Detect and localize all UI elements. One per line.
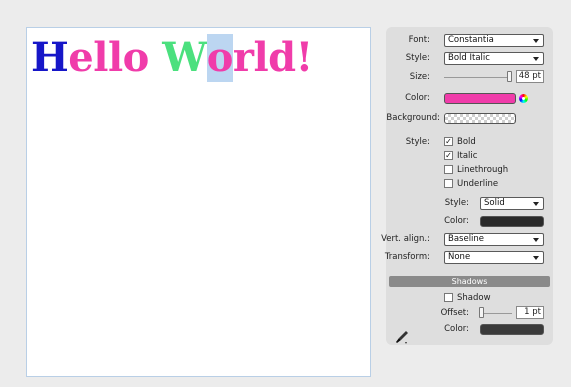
- shadows-section-header[interactable]: Shadows: [389, 276, 550, 287]
- font-dropdown-value: Constantia: [448, 35, 494, 45]
- transform-dropdown-value: None: [448, 252, 471, 262]
- line-color-swatch[interactable]: [480, 216, 544, 227]
- line-style-label: Style:: [444, 198, 469, 208]
- offset-slider-track[interactable]: [480, 313, 512, 314]
- linethrough-label: Linethrough: [457, 165, 509, 175]
- text-color-swatch[interactable]: [444, 93, 516, 104]
- document-char[interactable]: l: [108, 34, 123, 82]
- font-dropdown[interactable]: Constantia: [444, 34, 544, 47]
- transform-label: Transform:: [384, 252, 430, 262]
- document-text[interactable]: Hello World!: [31, 34, 313, 82]
- underline-label: Underline: [457, 179, 499, 189]
- background-row: Background:: [386, 111, 553, 127]
- underline-checkbox[interactable]: [444, 179, 453, 188]
- size-input[interactable]: 48 pt: [516, 70, 544, 83]
- document-char[interactable]: l: [253, 34, 268, 82]
- offset-label: Offset:: [440, 308, 469, 318]
- vert-align-dropdown-value: Baseline: [448, 234, 485, 244]
- size-label: Size:: [409, 72, 430, 82]
- linethrough-checkbox[interactable]: [444, 165, 453, 174]
- background-label: Background:: [386, 113, 440, 123]
- font-row: Font: Constantia: [386, 33, 553, 49]
- document-char[interactable]: W: [162, 34, 207, 82]
- text-style-panel: Font: Constantia Style: Bold Italic Size…: [381, 27, 553, 345]
- vert-align-label: Vert. align.:: [381, 234, 430, 244]
- shadow-color-swatch[interactable]: [480, 324, 544, 335]
- document-char[interactable]: l: [93, 34, 108, 82]
- offset-row: Offset: 1 pt: [386, 306, 553, 322]
- color-wheel-icon[interactable]: [519, 94, 528, 103]
- shadow-checkbox[interactable]: [444, 293, 453, 302]
- offset-input[interactable]: 1 pt: [516, 306, 544, 319]
- document-char[interactable]: o: [206, 34, 233, 82]
- shadow-color-row: Color:: [386, 322, 553, 338]
- font-label: Font:: [408, 35, 430, 45]
- document-canvas[interactable]: Hello World!: [26, 27, 371, 377]
- document-char[interactable]: r: [233, 34, 254, 82]
- line-style-dropdown[interactable]: Solid: [480, 197, 544, 210]
- line-style-row: Style: Solid: [386, 196, 553, 212]
- italic-label: Italic: [457, 151, 478, 161]
- line-color-row: Color:: [386, 214, 553, 230]
- style-dropdown-value: Bold Italic: [448, 53, 490, 63]
- offset-slider-thumb[interactable]: [479, 307, 484, 318]
- color-row: Color:: [386, 91, 553, 107]
- document-char[interactable]: [149, 34, 162, 82]
- transform-row: Transform: None: [384, 250, 553, 266]
- size-row: Size: 48 pt: [386, 70, 553, 86]
- document-char[interactable]: e: [68, 34, 93, 82]
- document-char[interactable]: o: [123, 34, 150, 82]
- underline-row: Underline: [386, 177, 553, 193]
- chevron-down-icon: [533, 39, 539, 43]
- chevron-down-icon: [533, 256, 539, 260]
- chevron-down-icon: [533, 202, 539, 206]
- shadow-row: Shadow: [386, 291, 553, 307]
- transform-dropdown[interactable]: None: [444, 251, 544, 264]
- shadow-label: Shadow: [457, 293, 491, 303]
- shadow-color-label: Color:: [444, 324, 469, 334]
- vert-align-row: Vert. align.: Baseline: [381, 232, 553, 248]
- style-options-label: Style:: [405, 137, 430, 147]
- document-char[interactable]: H: [31, 34, 69, 82]
- background-color-swatch[interactable]: [444, 113, 516, 124]
- line-style-dropdown-value: Solid: [484, 198, 505, 208]
- document-char[interactable]: !: [296, 34, 314, 82]
- bold-checkbox[interactable]: ✓: [444, 137, 453, 146]
- style-dropdown[interactable]: Bold Italic: [444, 52, 544, 65]
- style-row: Style: Bold Italic: [386, 51, 553, 67]
- line-color-label: Color:: [444, 216, 469, 226]
- color-label: Color:: [405, 93, 430, 103]
- paint-brush-icon[interactable]: [394, 329, 410, 349]
- italic-checkbox[interactable]: ✓: [444, 151, 453, 160]
- vert-align-dropdown[interactable]: Baseline: [444, 233, 544, 246]
- chevron-down-icon: [533, 57, 539, 61]
- bold-label: Bold: [457, 137, 476, 147]
- size-slider-track[interactable]: [444, 77, 510, 78]
- size-slider-thumb[interactable]: [507, 71, 512, 82]
- chevron-down-icon: [533, 238, 539, 242]
- style-label: Style:: [405, 53, 430, 63]
- document-char[interactable]: d: [268, 34, 296, 82]
